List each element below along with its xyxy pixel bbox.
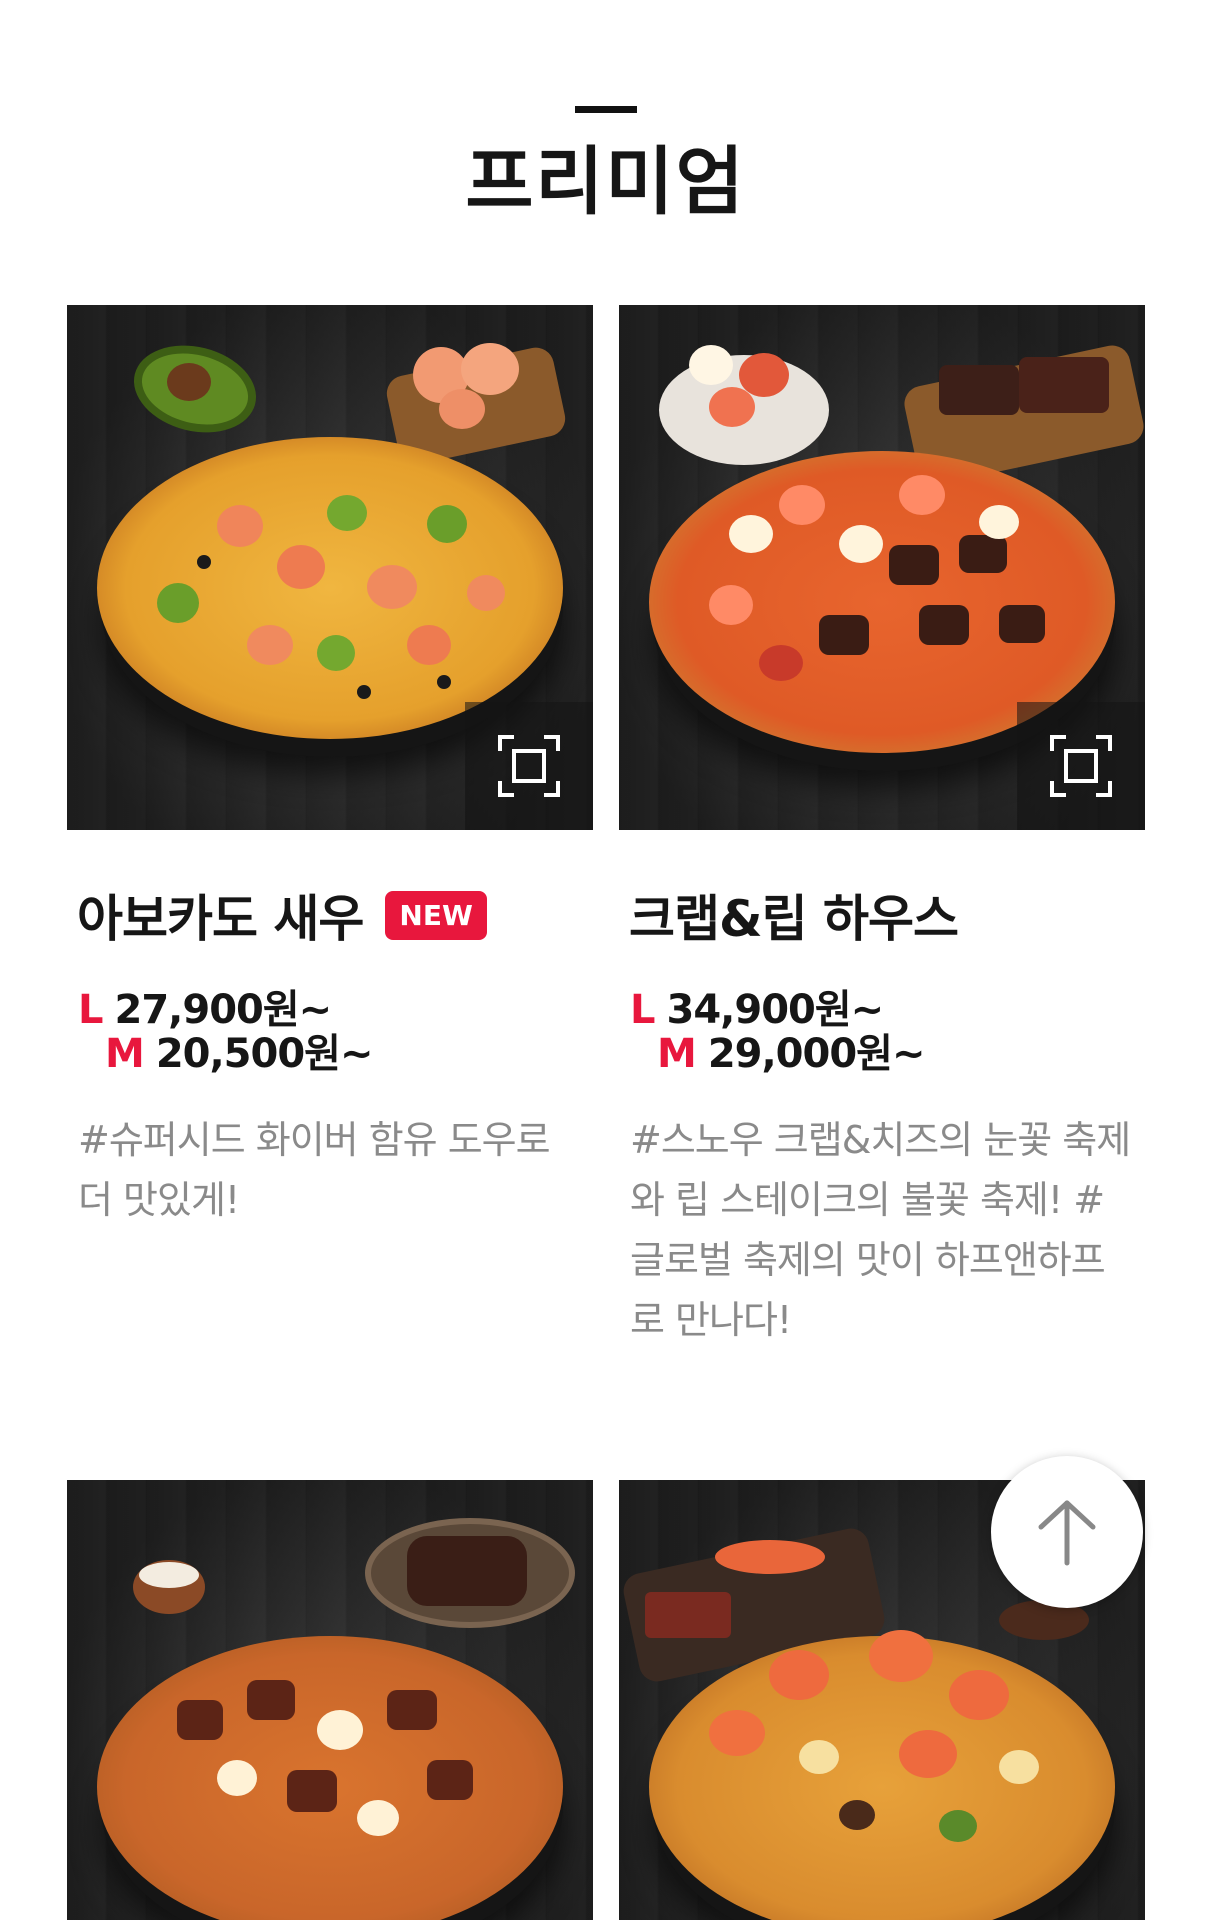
price-block: L 34,900원~ M 29,000원~ <box>619 988 1145 1076</box>
product-card[interactable]: 아보카도 새우 NEW L 27,900원~ M 20,500원~ #슈퍼시드 화이… <box>67 305 593 1230</box>
scroll-top-button[interactable] <box>991 1456 1143 1608</box>
product-description: #슈퍼시드 화이버 함유 도우로 더 맛있게! <box>78 1118 551 1222</box>
price-large: L 34,900원~ <box>630 988 1145 1032</box>
section-header: 프리미엄 <box>0 106 1211 227</box>
new-badge: NEW <box>385 890 487 940</box>
price-large: L 27,900원~ <box>78 988 593 1032</box>
section-title: 프리미엄 <box>465 139 746 225</box>
product-name[interactable]: 크랩&립 하우스 <box>619 879 959 951</box>
zoom-button[interactable] <box>465 702 593 830</box>
product-title-row: 아보카도 새우 NEW <box>67 882 593 948</box>
size-label-large: L <box>630 987 655 1033</box>
price-large-value: 27,900원~ <box>114 987 333 1033</box>
price-medium: M 29,000원~ <box>630 1032 1145 1076</box>
product-image[interactable] <box>67 1480 593 1920</box>
size-label-medium: M <box>657 1031 697 1077</box>
product-image[interactable] <box>619 305 1145 830</box>
page: 프리미엄 아보카도 새우 NEW L 27,900원~ M 20,500원~ #… <box>0 0 1211 1920</box>
product-card[interactable] <box>67 1480 593 1920</box>
product-card[interactable]: 크랩&립 하우스 L 34,900원~ M 29,000원~ #스노우 크랩&치즈의… <box>619 305 1145 1350</box>
zoom-frame-icon <box>498 735 560 797</box>
size-label-large: L <box>78 987 103 1033</box>
price-medium: M 20,500원~ <box>78 1032 593 1076</box>
product-description: #스노우 크랩&치즈의 눈꽃 축제와 립 스테이크의 불꽃 축제! #글로벌 축… <box>630 1118 1131 1342</box>
price-block: L 27,900원~ M 20,500원~ <box>67 988 593 1076</box>
zoom-frame-icon <box>1050 735 1112 797</box>
pizza <box>649 1636 1115 1920</box>
product-title-row: 크랩&립 하우스 <box>619 882 1145 948</box>
product-name[interactable]: 아보카도 새우 <box>67 879 364 951</box>
arrow-up-icon <box>1038 1500 1096 1566</box>
price-medium-value: 20,500원~ <box>155 1031 374 1077</box>
product-image[interactable] <box>67 305 593 830</box>
price-large-value: 34,900원~ <box>666 987 885 1033</box>
size-label-medium: M <box>105 1031 145 1077</box>
title-underline <box>574 106 637 113</box>
zoom-button[interactable] <box>1017 702 1145 830</box>
price-medium-value: 29,000원~ <box>707 1031 926 1077</box>
